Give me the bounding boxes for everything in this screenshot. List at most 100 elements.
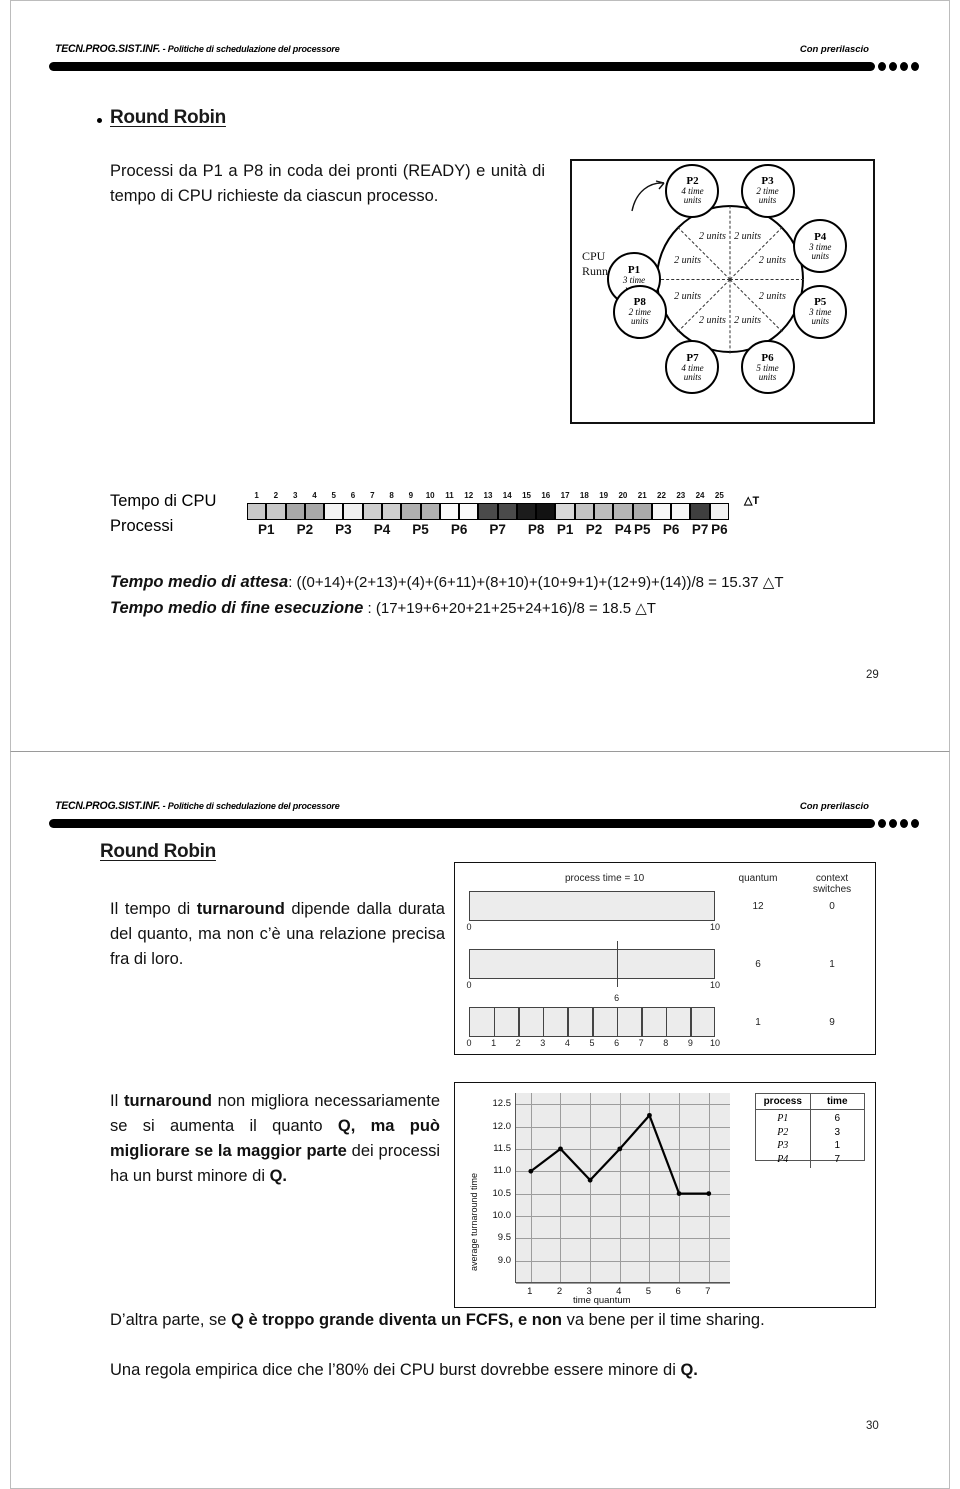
average-wait-body: : ((0+14)+(2+13)+(4)+(6+11)+(8+10)+(10+9…: [288, 574, 784, 591]
quantum-value: 12: [752, 901, 764, 912]
gantt-tick: 16: [541, 491, 551, 500]
axis-tick-label: 4: [564, 1038, 570, 1048]
axis-tick-label: 9: [687, 1038, 693, 1048]
context-switches-column-header: context switches: [812, 873, 852, 895]
slide-header-2: TECN.PROG.SIST.INF. - Politiche di sched…: [49, 800, 921, 828]
gantt-process-label: P4: [373, 522, 391, 537]
chart-x-tick-label: 3: [586, 1286, 592, 1297]
ring-divider: [656, 279, 730, 280]
gantt-cell: [709, 503, 729, 520]
gantt-cell: [324, 503, 344, 520]
header-dots: [877, 62, 921, 71]
p4-part-a: Una regola empirica dice che l’80% dei C…: [110, 1361, 681, 1379]
p1-part-a: Il tempo di: [110, 900, 197, 918]
header-bar: [49, 62, 875, 71]
gantt-tick-row: 1 2 3 4 5 6 7 8 9 10 11 12 13 14 15 16 17 18 19 20 21 22 23 24 2…: [247, 491, 729, 503]
gantt-tick: 25: [714, 491, 724, 500]
gantt-tick: 10: [425, 491, 435, 500]
process-time-table: process time P1 P2 P3 P4 6 3 1 7: [755, 1093, 865, 1168]
gantt-cell: [381, 503, 402, 520]
gantt-process-label: P7: [489, 522, 506, 537]
chart-y-tick-label: 9.5: [497, 1232, 511, 1244]
gantt-cell: [690, 503, 710, 520]
table-cell-time: 1: [834, 1140, 841, 1151]
turnaround-paragraph-4: Una regola empirica dice che l’80% dei C…: [110, 1358, 885, 1383]
gantt-tick: 3: [292, 491, 298, 500]
gantt-cell: [478, 503, 498, 520]
table-cell-process: P4: [777, 1153, 789, 1165]
quantum-divider: [616, 1007, 619, 1037]
gantt-tick: 14: [502, 491, 512, 500]
gantt-tick: 20: [618, 491, 628, 500]
gantt-tick: 6: [350, 491, 356, 500]
gantt-tick: 23: [676, 491, 686, 500]
slide-page-29: TECN.PROG.SIST.INF. - Politiche di sched…: [10, 0, 950, 752]
chart-plot-area: [515, 1093, 730, 1284]
process-node: P8 2 time units: [612, 284, 667, 339]
axis-tick-label: 10: [709, 922, 720, 932]
page-number-2: 30: [866, 1420, 879, 1432]
gantt-tick: 15: [522, 491, 531, 500]
process-node: P2 4 time units: [665, 163, 720, 218]
table-header-row: process time: [756, 1094, 864, 1110]
chart-y-tick-label: 10.0: [492, 1209, 512, 1221]
gantt-cell: [516, 503, 537, 520]
turnaround-paragraph-2: Il turnaround non migliora necessariamen…: [110, 1089, 440, 1189]
quantum-divider: [690, 1007, 692, 1037]
process-node: P7 4 time units: [665, 340, 720, 395]
intro-line-3: processo.: [366, 187, 439, 205]
p3-part-c: va bene per il time sharing.: [562, 1311, 765, 1329]
gantt-process-label: P6: [711, 522, 728, 537]
quantum-divider: [641, 1007, 643, 1037]
axis-tick-label: 6: [614, 1038, 620, 1048]
slice-units-label: 2 units: [734, 230, 762, 242]
gantt-tick: 17: [560, 491, 570, 500]
table-cell-time: 7: [834, 1153, 841, 1165]
average-finish-label: Tempo medio di fine esecuzione: [110, 599, 364, 617]
gantt-cell: [632, 503, 652, 520]
gantt-process-label: P2: [585, 522, 603, 537]
axis-tick-label: 0: [466, 922, 472, 932]
quantum-column-header: quantum: [738, 873, 778, 884]
gantt-cell: [574, 503, 595, 520]
gantt-cell: [497, 503, 517, 520]
table-body: P1 P2 P3 P4 6 3 1 7: [756, 1110, 864, 1168]
quantum-value: 6: [755, 959, 761, 970]
p2-part-a: Il: [110, 1092, 124, 1110]
turnaround-chart-figure: average turnaround time time quantum pro…: [454, 1082, 876, 1308]
gantt-cell: [343, 503, 363, 520]
gantt-tick: 11: [445, 491, 454, 500]
gantt-tick: 18: [579, 491, 589, 500]
header-course-title: - Politiche di schedulazione del process…: [160, 44, 340, 55]
header-course-title-2: - Politiche di schedulazione del process…: [160, 801, 340, 812]
gantt-cell: [304, 503, 325, 520]
gantt-tick: 21: [637, 491, 647, 500]
header-dots-2: [877, 819, 921, 828]
gantt-tick: 7: [370, 491, 375, 500]
gantt-cell: [362, 503, 382, 520]
p2-bold-q: Q.: [269, 1167, 288, 1185]
p1-part-c: dipende: [284, 900, 351, 918]
axis-tick-label: 7: [638, 1038, 644, 1048]
table-header-process: process: [763, 1096, 802, 1107]
gantt-process-label: P5: [412, 522, 429, 537]
gantt-label-cpu-time: Tempo di CPU: [110, 492, 217, 510]
page-title-2: Round Robin: [100, 841, 216, 862]
gantt-cell: [285, 503, 305, 520]
slice-units-label: 2 units: [698, 315, 726, 327]
slide-page-30: TECN.PROG.SIST.INF. - Politiche di sched…: [10, 752, 950, 1489]
average-wait-formula: Tempo medio di attesa: ((0+14)+(2+13)+(4…: [110, 573, 784, 592]
header-course-label-2: TECN.PROG.SIST.INF. - Politiche di sched…: [55, 800, 340, 812]
quantum-divider: [518, 1007, 520, 1037]
quantum-divider: [665, 1007, 668, 1037]
turnaround-paragraph-1: Il tempo di turnaround dipende dalla dur…: [110, 897, 445, 972]
table-col-process: P1 P2 P3 P4: [756, 1110, 810, 1168]
gantt-cell: [651, 503, 672, 520]
p1-line-4: loro.: [151, 950, 184, 968]
gantt-tick: 22: [657, 491, 666, 500]
quantum-divider: [567, 1007, 569, 1037]
table-col-time: 6 3 1 7: [810, 1110, 864, 1168]
header-right-label-2: Con prerilascio: [799, 801, 869, 812]
p3-part-a: D’altra parte, se: [110, 1311, 232, 1329]
table-cell-time: 3: [834, 1126, 841, 1138]
